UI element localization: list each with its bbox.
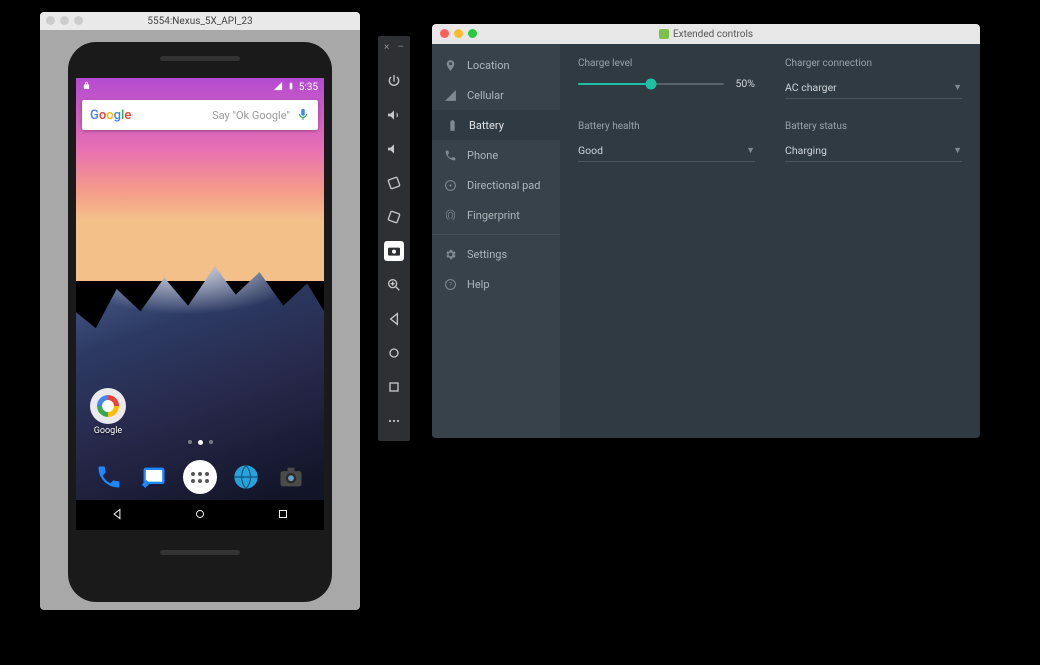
sidebar-item-label: Location: [467, 59, 510, 72]
sidebar-item-phone[interactable]: Phone: [432, 140, 560, 170]
device-speaker: [160, 56, 240, 61]
rotate-right-button[interactable]: [384, 207, 404, 227]
zoom-button[interactable]: [384, 275, 404, 295]
folder-icon: [90, 388, 126, 424]
extended-titlebar[interactable]: Extended controls: [432, 24, 980, 44]
volume-down-button[interactable]: [384, 139, 404, 159]
app-icon: [659, 29, 669, 39]
battery-status-select[interactable]: Charging ▼: [785, 140, 962, 162]
power-button[interactable]: [384, 71, 404, 91]
back-nav-button[interactable]: [384, 309, 404, 329]
sidebar-item-help[interactable]: ? Help: [432, 269, 560, 299]
lock-icon: [82, 81, 91, 93]
sidebar-item-dpad[interactable]: Directional pad: [432, 170, 560, 200]
extended-controls-window: Extended controls Location Cellular Batt…: [432, 24, 980, 438]
charge-level-slider[interactable]: [578, 83, 724, 85]
sidebar-item-label: Battery: [469, 119, 504, 132]
all-apps-button[interactable]: [183, 460, 217, 494]
zoom-window-icon[interactable]: [468, 29, 477, 38]
page-indicator: [76, 440, 324, 445]
sidebar-item-fingerprint[interactable]: Fingerprint: [432, 200, 560, 230]
field-label: Battery status: [785, 121, 962, 132]
select-value: Good: [578, 144, 603, 157]
field-label: Charge level: [578, 58, 755, 69]
slider-thumb[interactable]: [645, 78, 656, 89]
screenshot-button[interactable]: [384, 241, 404, 261]
sidebar-item-settings[interactable]: Settings: [432, 239, 560, 269]
google-search-bar[interactable]: Google Say "Ok Google": [82, 100, 318, 130]
home-nav-button[interactable]: [384, 343, 404, 363]
charger-connection-select[interactable]: AC charger ▼: [785, 77, 962, 99]
back-button[interactable]: [110, 506, 124, 525]
charge-level-field: Charge level 50%: [578, 58, 755, 99]
field-label: Battery health: [578, 121, 755, 132]
sidebar-item-label: Fingerprint: [467, 209, 520, 222]
browser-app-icon[interactable]: [229, 460, 263, 494]
phone-app-icon[interactable]: [92, 460, 126, 494]
status-time: 5:35: [299, 82, 318, 93]
sidebar-item-battery[interactable]: Battery: [432, 110, 560, 140]
volume-up-button[interactable]: [384, 105, 404, 125]
more-button[interactable]: [384, 411, 404, 431]
battery-panel: Charge level 50% Charger connection AC c…: [560, 44, 980, 438]
battery-icon: [287, 81, 295, 94]
charge-level-value: 50%: [736, 77, 756, 90]
microphone-icon[interactable]: [296, 106, 310, 125]
chevron-down-icon: ▼: [953, 82, 962, 93]
sidebar-item-label: Directional pad: [467, 179, 540, 192]
select-value: Charging: [785, 144, 827, 157]
window-dot[interactable]: [60, 16, 69, 25]
window-dot[interactable]: [46, 16, 55, 25]
sidebar-item-cellular[interactable]: Cellular: [432, 80, 560, 110]
emulator-titlebar[interactable]: 5554:Nexus_5X_API_23: [40, 12, 360, 30]
emulator-window: 5554:Nexus_5X_API_23 5:35 Google: [40, 12, 360, 610]
signal-icon: [273, 81, 283, 94]
chevron-down-icon: ▼: [953, 145, 962, 156]
google-folder[interactable]: Google: [86, 388, 130, 436]
home-button[interactable]: [193, 506, 207, 525]
battery-health-select[interactable]: Good ▼: [578, 140, 755, 162]
extended-window-title: Extended controls: [673, 29, 753, 40]
status-bar: 5:35: [76, 78, 324, 96]
window-dot[interactable]: [74, 16, 83, 25]
emulator-window-title: 5554:Nexus_5X_API_23: [147, 16, 252, 27]
sidebar-item-location[interactable]: Location: [432, 50, 560, 80]
minimize-icon[interactable]: –: [397, 42, 404, 53]
chevron-down-icon: ▼: [746, 145, 755, 156]
sidebar-item-label: Cellular: [467, 89, 504, 102]
minimize-window-icon[interactable]: [454, 29, 463, 38]
field-label: Charger connection: [785, 58, 962, 69]
close-window-icon[interactable]: [440, 29, 449, 38]
rotate-left-button[interactable]: [384, 173, 404, 193]
android-nav-bar: [76, 500, 324, 530]
google-logo: Google: [90, 108, 131, 123]
messages-app-icon[interactable]: [137, 460, 171, 494]
close-icon[interactable]: ×: [384, 42, 389, 53]
window-traffic-lights[interactable]: [440, 29, 477, 38]
device-speaker: [160, 550, 240, 555]
sidebar-item-label: Phone: [467, 149, 498, 162]
window-traffic-lights[interactable]: [46, 16, 83, 25]
separator: [432, 234, 560, 235]
dock: [76, 454, 324, 500]
recents-button[interactable]: [276, 506, 290, 525]
folder-label: Google: [86, 426, 130, 436]
sidebar-item-label: Help: [467, 278, 490, 291]
search-hint: Say "Ok Google": [137, 109, 290, 122]
device-frame: 5:35 Google Say "Ok Google" Google: [68, 42, 332, 602]
recents-nav-button[interactable]: [384, 377, 404, 397]
select-value: AC charger: [785, 81, 837, 94]
extended-sidebar: Location Cellular Battery Phone Directio…: [432, 44, 560, 438]
sidebar-item-label: Settings: [467, 248, 507, 261]
emulator-toolbar: × –: [378, 36, 410, 441]
device-screen[interactable]: 5:35 Google Say "Ok Google" Google: [76, 78, 324, 530]
camera-app-icon[interactable]: [274, 460, 308, 494]
svg-text:?: ?: [449, 281, 452, 288]
charger-connection-field: Charger connection AC charger ▼: [785, 58, 962, 99]
battery-status-field: Battery status Charging ▼: [785, 121, 962, 162]
battery-health-field: Battery health Good ▼: [578, 121, 755, 162]
slider-fill: [578, 83, 651, 85]
